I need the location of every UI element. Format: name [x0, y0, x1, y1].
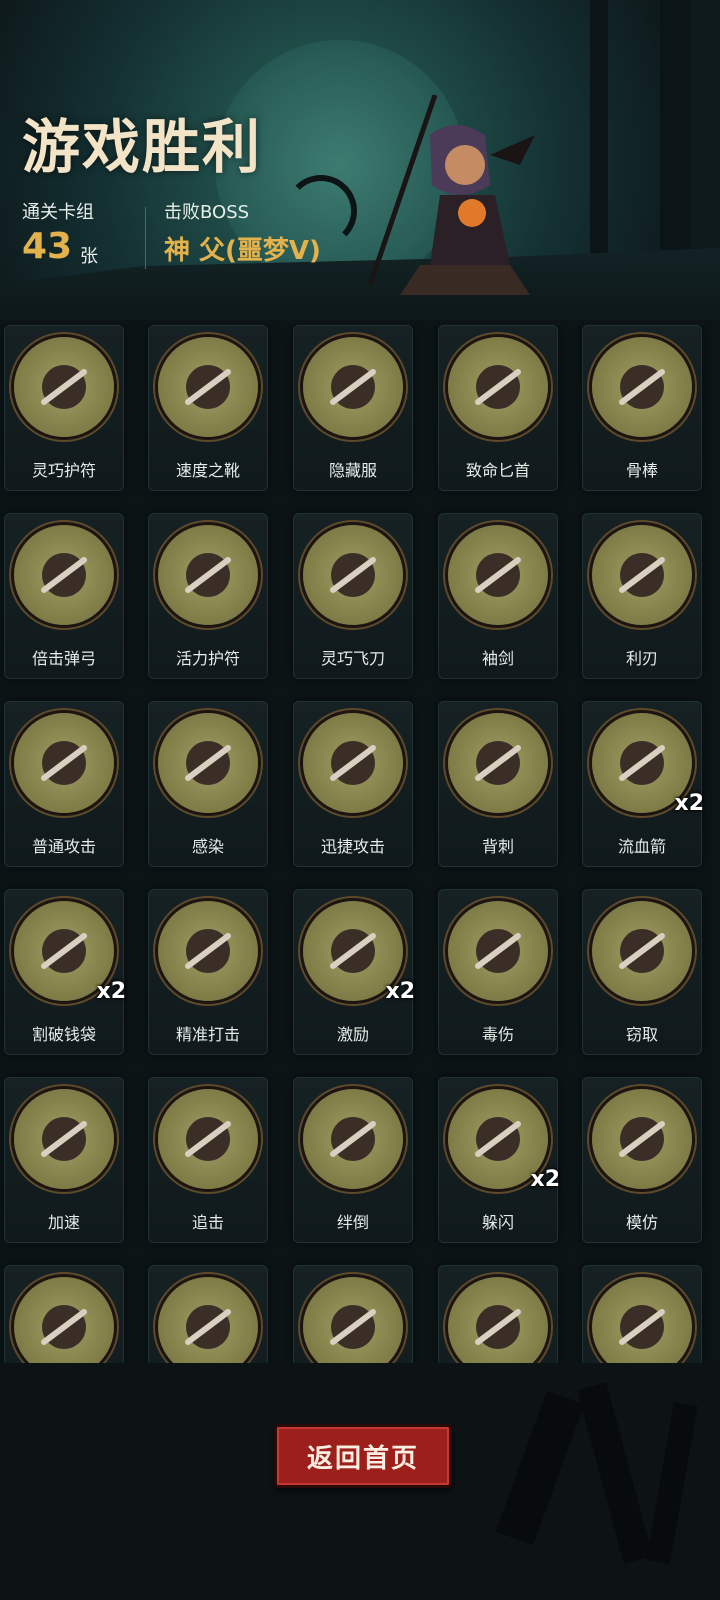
decoration	[646, 1402, 698, 1564]
rogue-hero-figure	[367, 95, 535, 295]
amulet-icon	[158, 525, 258, 625]
card-label: 袖剑	[481, 649, 514, 668]
card-item[interactable]: 迅捷攻击	[293, 701, 413, 867]
card-label: 致命匕首	[465, 461, 530, 480]
card-label: 普通攻击	[31, 837, 96, 856]
card-label: 利刃	[625, 649, 658, 668]
blade-icon	[592, 525, 692, 625]
card-item[interactable]: 窃取	[582, 889, 702, 1055]
count-badge: x2	[96, 979, 127, 1004]
mimic-icon	[592, 1089, 692, 1189]
card-label: 模仿	[625, 1213, 658, 1232]
card-item[interactable]: 感染	[148, 701, 268, 867]
skull-icon	[14, 1277, 114, 1365]
deck-unit: 张	[80, 246, 98, 267]
card-label: 绊倒	[336, 1213, 369, 1232]
card-label: 迅捷攻击	[320, 837, 385, 856]
card-item[interactable]: 致命匕首	[438, 325, 558, 491]
card-item[interactable]	[4, 1265, 124, 1365]
card-item[interactable]	[293, 1265, 413, 1365]
card-grid: 灵巧护符 速度之靴 隐藏服 致命匕首 骨棒倍击弹弓 活力护符 灵巧飞刀 袖剑 利刃普通攻击 感染 迅…	[0, 325, 720, 1365]
card-item[interactable]: 袖剑	[438, 513, 558, 679]
throwing-knife-icon	[303, 525, 403, 625]
stat-divider	[145, 207, 146, 269]
card-item[interactable]: 追击	[148, 1077, 268, 1243]
card-item[interactable]: 模仿	[582, 1077, 702, 1243]
card-item[interactable]: 流血箭 x2	[582, 701, 705, 867]
card-label: 割破钱袋	[31, 1025, 96, 1044]
card-label: 加速	[47, 1213, 80, 1232]
card-item[interactable]: 速度之靴	[148, 325, 268, 491]
card-label: 躲闪	[481, 1213, 514, 1232]
card-item[interactable]: 绊倒	[293, 1077, 413, 1243]
zombie-icon	[158, 713, 258, 813]
card-item[interactable]: 激励 x2	[293, 889, 416, 1055]
card-item[interactable]: 隐藏服	[293, 325, 413, 491]
card-label: 速度之靴	[175, 461, 240, 480]
count-badge: x2	[674, 791, 705, 816]
dagger-icon	[448, 337, 548, 437]
card-item[interactable]: 加速	[4, 1077, 124, 1243]
card-item[interactable]: 灵巧护符	[4, 325, 124, 491]
card-item[interactable]: 割破钱袋 x2	[4, 889, 127, 1055]
poison-icon	[448, 901, 548, 1001]
card-item[interactable]: 骨棒	[582, 325, 702, 491]
boss-label: 击败BOSS	[164, 202, 250, 223]
card-label: 流血箭	[617, 837, 666, 856]
creature-icon	[158, 1277, 258, 1365]
card-label: 激励	[336, 1025, 369, 1044]
bone-club-icon	[592, 337, 692, 437]
card-label: 感染	[191, 837, 224, 856]
brute-icon	[592, 1277, 692, 1365]
card-label: 毒伤	[481, 1025, 514, 1044]
card-item[interactable]: 精准打击	[148, 889, 268, 1055]
card-label: 追击	[191, 1213, 224, 1232]
cloak-icon	[303, 337, 403, 437]
card-item[interactable]	[148, 1265, 268, 1365]
slingshot-icon	[14, 525, 114, 625]
slash-icon	[14, 713, 114, 813]
plague-doctor-icon	[448, 1277, 548, 1365]
victory-scene: 游戏胜利 通关卡组 43 张 击败BOSS 神 父(噩梦V)	[0, 0, 720, 320]
trip-icon	[303, 1089, 403, 1189]
chase-icon	[158, 1089, 258, 1189]
card-item[interactable]: 活力护符	[148, 513, 268, 679]
backstab-icon	[448, 713, 548, 813]
boss-name: 神 父(噩梦V)	[164, 236, 321, 266]
card-item[interactable]: 躲闪 x2	[438, 1077, 561, 1243]
card-label: 窃取	[625, 1025, 658, 1044]
card-label: 背刺	[481, 837, 514, 856]
deck-label: 通关卡组	[22, 202, 94, 223]
count-badge: x2	[530, 1167, 561, 1192]
card-label: 隐藏服	[328, 461, 377, 480]
boot-icon	[158, 337, 258, 437]
card-label: 灵巧护符	[31, 461, 96, 480]
deck-count: 43	[22, 226, 73, 267]
swift-strike-icon	[303, 713, 403, 813]
card-item[interactable]: 灵巧飞刀	[293, 513, 413, 679]
card-label: 精准打击	[175, 1025, 240, 1044]
amulet-icon	[14, 337, 114, 437]
sleeve-blade-icon	[448, 525, 548, 625]
card-item[interactable]: 背刺	[438, 701, 558, 867]
decoration	[577, 1382, 653, 1564]
card-item[interactable]	[582, 1265, 702, 1365]
goblin-icon	[592, 901, 692, 1001]
card-item[interactable]: 倍击弹弓	[4, 513, 124, 679]
card-label: 骨棒	[625, 461, 658, 480]
witch-icon	[14, 1089, 114, 1189]
count-badge: x2	[385, 979, 416, 1004]
decoration	[495, 1390, 585, 1546]
back-to-home-button[interactable]: 返回首页	[274, 1424, 452, 1488]
victory-title: 游戏胜利	[22, 113, 263, 181]
card-label: 灵巧飞刀	[320, 649, 385, 668]
card-label: 活力护符	[175, 649, 240, 668]
card-label: 倍击弹弓	[31, 649, 96, 668]
heart-cross-icon	[303, 1277, 403, 1365]
card-item[interactable]: 毒伤	[438, 889, 558, 1055]
card-item[interactable]	[438, 1265, 558, 1365]
card-item[interactable]: 普通攻击	[4, 701, 124, 867]
target-icon	[158, 901, 258, 1001]
card-item[interactable]: 利刃	[582, 513, 702, 679]
